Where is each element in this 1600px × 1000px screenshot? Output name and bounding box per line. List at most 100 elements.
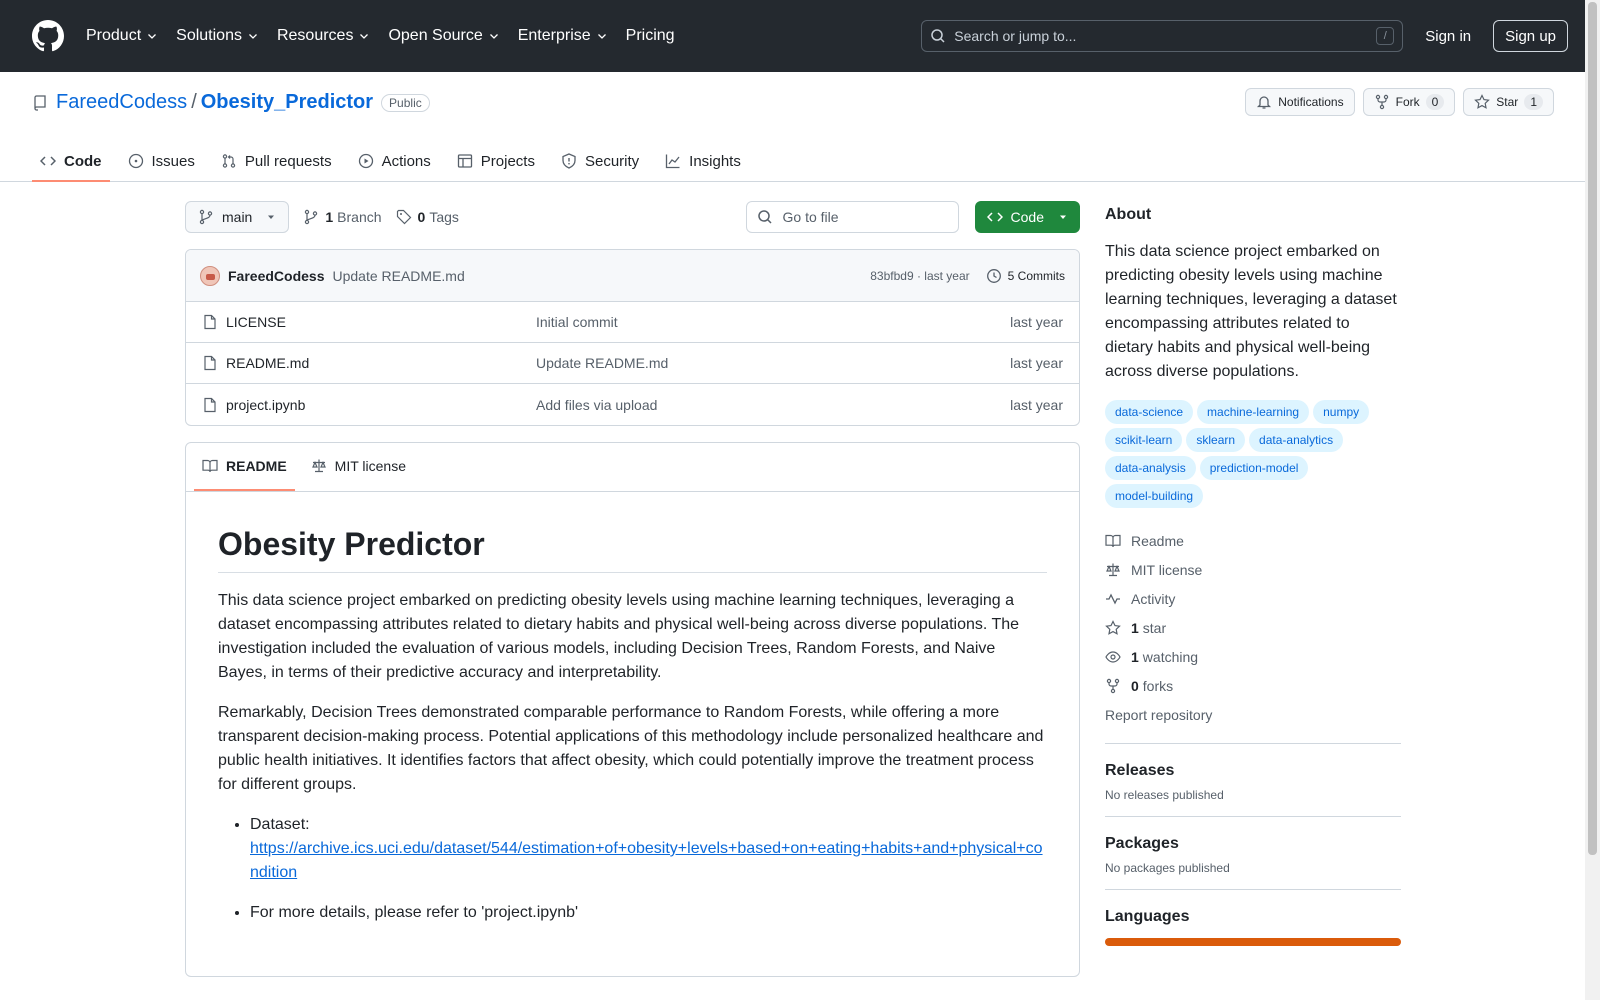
tab-security[interactable]: Security bbox=[553, 142, 647, 182]
tab-label: MIT license bbox=[334, 458, 406, 474]
tab-projects[interactable]: Projects bbox=[449, 142, 543, 182]
github-logo-icon[interactable] bbox=[32, 20, 64, 52]
search-placeholder: Search or jump to... bbox=[954, 28, 1077, 44]
bell-icon bbox=[1257, 96, 1272, 109]
readme-paragraph: This data science project embarked on pr… bbox=[218, 592, 1020, 681]
topic-tag[interactable]: scikit-learn bbox=[1105, 428, 1183, 452]
branch-count: 1 bbox=[325, 209, 334, 225]
avatar[interactable] bbox=[200, 265, 220, 286]
search-icon bbox=[931, 29, 945, 43]
branches-link[interactable]: 1 Branch bbox=[303, 209, 382, 225]
repo-owner-link[interactable]: FareedCodess bbox=[56, 91, 187, 114]
search-shortcut-key: / bbox=[1376, 27, 1395, 45]
file-commit-message[interactable]: Add files via upload bbox=[536, 397, 657, 413]
star-button[interactable]: Star 1 bbox=[1463, 88, 1554, 116]
nav-label: Pricing bbox=[625, 27, 675, 44]
nav-enterprise[interactable]: Enterprise bbox=[518, 27, 608, 45]
table-row[interactable]: LICENSE Initial commit last year bbox=[186, 302, 1079, 343]
branch-selector[interactable]: main bbox=[185, 201, 290, 233]
list-item: For more details, please refer to 'proje… bbox=[250, 901, 1047, 925]
readme-link[interactable]: Readme bbox=[1105, 526, 1401, 555]
fork-button[interactable]: Fork 0 bbox=[1362, 88, 1456, 116]
report-repository-link[interactable]: Report repository bbox=[1105, 700, 1401, 729]
dataset-label: Dataset: bbox=[250, 816, 310, 833]
repo-icon bbox=[34, 94, 46, 111]
tab-code[interactable]: Code bbox=[32, 142, 110, 182]
nav-pricing[interactable]: Pricing bbox=[626, 27, 675, 45]
file-icon bbox=[204, 314, 216, 330]
watching-label: watching bbox=[1142, 648, 1199, 665]
file-commit-message[interactable]: Initial commit bbox=[536, 314, 618, 330]
forks-link[interactable]: 0 forks bbox=[1105, 671, 1401, 700]
branch-icon bbox=[305, 209, 318, 225]
commits-link[interactable]: 5 Commits bbox=[986, 268, 1065, 284]
releases-heading[interactable]: Releases bbox=[1105, 762, 1401, 780]
pulse-icon bbox=[1106, 593, 1120, 604]
nav-open-source[interactable]: Open Source bbox=[388, 27, 499, 45]
branch-name: main bbox=[222, 209, 253, 225]
eye-icon bbox=[1105, 650, 1121, 663]
chevron-down-icon bbox=[597, 34, 606, 39]
nav-solutions[interactable]: Solutions bbox=[176, 27, 259, 45]
stars-label: star bbox=[1142, 619, 1167, 636]
table-row[interactable]: project.ipynb Add files via upload last … bbox=[186, 384, 1079, 425]
file-name-link[interactable]: project.ipynb bbox=[226, 397, 305, 413]
latest-commit-bar: FareedCodess Update README.md 83bfbd9 · … bbox=[186, 250, 1079, 302]
file-name-link[interactable]: LICENSE bbox=[226, 314, 286, 330]
global-nav: Product Solutions Resources Open Source … bbox=[86, 27, 693, 45]
topic-tag[interactable]: data-analytics bbox=[1249, 428, 1344, 452]
packages-heading[interactable]: Packages bbox=[1105, 835, 1401, 853]
topic-tag[interactable]: data-analysis bbox=[1105, 456, 1196, 480]
tab-readme[interactable]: README bbox=[194, 443, 295, 491]
language-bar bbox=[1105, 938, 1401, 946]
tags-link[interactable]: 0 Tags bbox=[396, 209, 459, 225]
commit-author-link[interactable]: FareedCodess bbox=[228, 268, 324, 284]
topic-tag[interactable]: model-building bbox=[1105, 484, 1204, 508]
tab-actions[interactable]: Actions bbox=[350, 142, 439, 182]
tab-label: Security bbox=[584, 152, 640, 170]
scrollbar-thumb[interactable] bbox=[1588, 2, 1597, 855]
languages-heading: Languages bbox=[1105, 908, 1190, 925]
file-name-cell: project.ipynb bbox=[202, 397, 536, 413]
code-icon bbox=[986, 212, 1003, 222]
license-link[interactable]: MIT license bbox=[1105, 555, 1401, 584]
topic-tag[interactable]: prediction-model bbox=[1199, 456, 1309, 480]
about-description: This data science project embarked on pr… bbox=[1105, 243, 1397, 380]
activity-link[interactable]: Activity bbox=[1105, 584, 1401, 613]
nav-product[interactable]: Product bbox=[86, 27, 158, 45]
forks-label: forks bbox=[1142, 677, 1174, 694]
commit-message-link[interactable]: Update README.md bbox=[332, 268, 464, 284]
search-input[interactable]: Search or jump to... / bbox=[921, 20, 1404, 52]
tab-label: Pull requests bbox=[244, 152, 332, 170]
table-row[interactable]: README.md Update README.md last year bbox=[186, 343, 1079, 384]
topic-tag[interactable]: data-science bbox=[1105, 400, 1194, 424]
star-label: Star bbox=[1496, 95, 1519, 109]
dataset-link[interactable]: https://archive.ics.uci.edu/dataset/544/… bbox=[250, 840, 1043, 881]
nav-label: Open Source bbox=[388, 27, 483, 44]
stars-link[interactable]: 1 star bbox=[1105, 613, 1401, 642]
notifications-label: Notifications bbox=[1278, 95, 1344, 109]
topic-tag[interactable]: machine-learning bbox=[1197, 400, 1310, 424]
tab-insights[interactable]: Insights bbox=[657, 142, 749, 182]
tab-issues[interactable]: Issues bbox=[120, 142, 203, 182]
sign-in-link[interactable]: Sign in bbox=[1425, 28, 1471, 45]
commit-hash-link[interactable]: 83bfbd9 bbox=[870, 269, 913, 283]
topic-tag[interactable]: numpy bbox=[1313, 400, 1370, 424]
tab-license[interactable]: MIT license bbox=[303, 443, 414, 491]
file-commit-message[interactable]: Update README.md bbox=[536, 355, 668, 371]
readme-link-label: Readme bbox=[1131, 532, 1184, 549]
file-name-link[interactable]: README.md bbox=[226, 355, 309, 371]
notifications-button[interactable]: Notifications bbox=[1245, 88, 1355, 116]
nav-resources[interactable]: Resources bbox=[277, 27, 370, 45]
repo-name-link[interactable]: Obesity_Predictor bbox=[201, 91, 373, 114]
tab-pull-requests[interactable]: Pull requests bbox=[213, 142, 340, 182]
code-dropdown-button[interactable]: Code bbox=[974, 201, 1080, 233]
tab-label: README bbox=[226, 458, 287, 474]
sign-up-button[interactable]: Sign up bbox=[1493, 20, 1568, 52]
go-to-file-input[interactable]: Go to file bbox=[745, 201, 959, 233]
topic-tag[interactable]: sklearn bbox=[1186, 428, 1246, 452]
page-scrollbar[interactable] bbox=[1585, 0, 1600, 1000]
branch-icon bbox=[199, 209, 213, 225]
book-icon bbox=[1105, 534, 1121, 547]
watching-link[interactable]: 1 watching bbox=[1105, 642, 1401, 671]
